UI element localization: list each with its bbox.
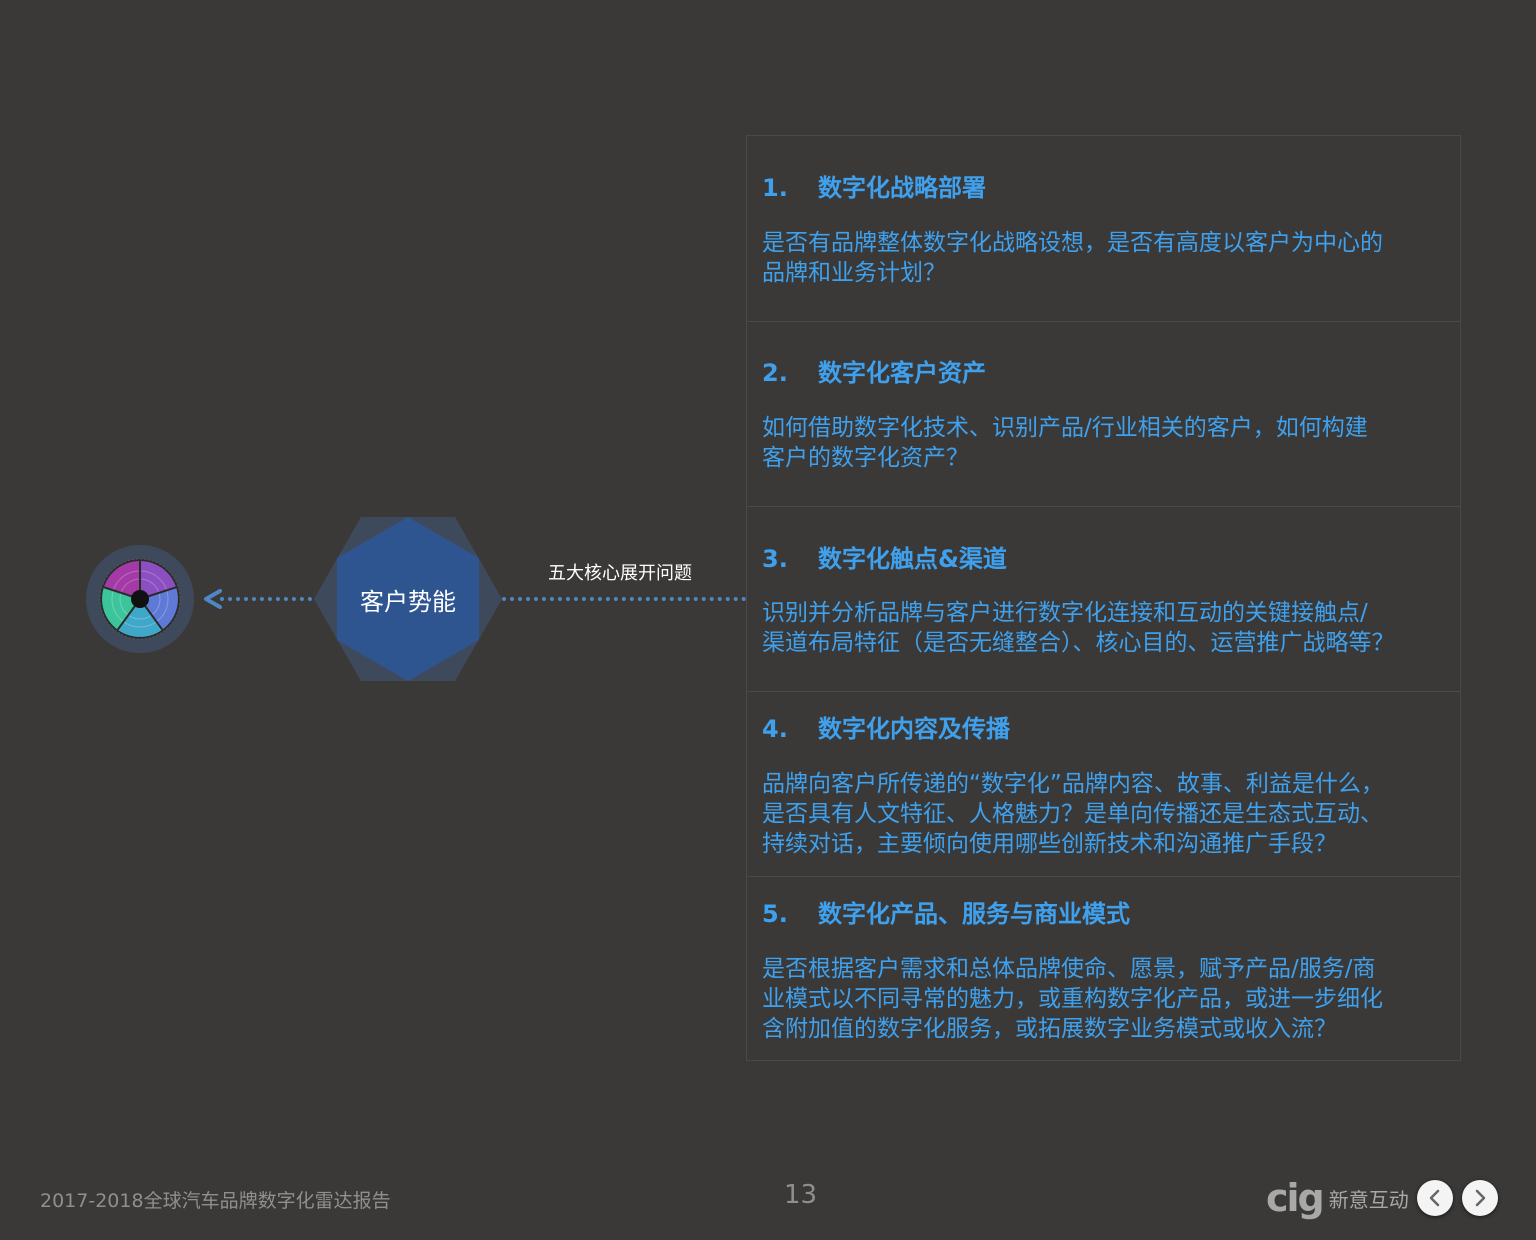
core-questions-panel: 1. 数字化战略部署 是否有品牌整体数字化战略设想，是否有高度以客户为中心的 品牌… [746,135,1461,1061]
section-5: 5. 数字化产品、服务与商业模式 是否根据客户需求和总体品牌使命、愿景，赋予产品/… [747,877,1460,1061]
radar-wheel-icon [86,545,194,653]
section-title: 4. 数字化内容及传播 [762,709,1010,744]
chevron-right-icon [1475,1189,1486,1207]
chevron-left-icon [1429,1189,1440,1207]
connector-left [220,597,312,601]
section-number: 4. [762,715,788,743]
section-number: 5. [762,900,788,928]
section-heading: 数字化内容及传播 [818,715,1010,743]
section-number: 2. [762,359,788,387]
section-1: 1. 数字化战略部署 是否有品牌整体数字化战略设想，是否有高度以客户为中心的 品牌… [747,136,1460,322]
next-page-button[interactable] [1462,1180,1498,1216]
section-body: 如何借助数字化技术、识别产品/行业相关的客户，如何构建 客户的数字化资产？ [762,415,1368,471]
section-body: 是否根据客户需求和总体品牌使命、愿景，赋予产品/服务/商 业模式以不同寻常的魅力… [762,956,1383,1042]
section-number: 1. [762,174,788,202]
hub-label: 客户势能 [360,587,456,616]
prev-page-button[interactable] [1417,1180,1453,1216]
section-title: 2. 数字化客户资产 [762,353,986,388]
cig-logo: cig 新意互动 [1266,1176,1409,1220]
connector-right [502,597,746,601]
section-heading: 数字化触点&渠道 [818,545,1007,573]
connector-caption: 五大核心展开问题 [548,563,692,584]
page-number: 13 [784,1180,818,1210]
section-number: 3. [762,545,788,573]
report-title: 2017-2018全球汽车品牌数字化雷达报告 [40,1190,391,1212]
logo-text: 新意互动 [1328,1187,1409,1212]
section-heading: 数字化战略部署 [818,174,986,202]
section-heading: 数字化产品、服务与商业模式 [818,900,1130,928]
section-body: 识别并分析品牌与客户进行数字化连接和互动的关键接触点/ 渠道布局特征（是否无缝整… [762,600,1395,656]
section-body: 品牌向客户所传递的“数字化”品牌内容、故事、利益是什么， 是否具有人文特征、人格… [762,771,1384,857]
section-body: 是否有品牌整体数字化战略设想，是否有高度以客户为中心的 品牌和业务计划？ [762,230,1383,286]
section-3: 3. 数字化触点&渠道 识别并分析品牌与客户进行数字化连接和互动的关键接触点/ 渠… [747,507,1460,692]
section-title: 5. 数字化产品、服务与商业模式 [762,894,1130,929]
section-4: 4. 数字化内容及传播 品牌向客户所传递的“数字化”品牌内容、故事、利益是什么， … [747,692,1460,877]
section-2: 2. 数字化客户资产 如何借助数字化技术、识别产品/行业相关的客户，如何构建 客户… [747,322,1460,507]
logo-mark: cig [1266,1176,1325,1220]
section-title: 1. 数字化战略部署 [762,168,986,203]
section-title: 3. 数字化触点&渠道 [762,539,1007,574]
section-heading: 数字化客户资产 [818,359,986,387]
